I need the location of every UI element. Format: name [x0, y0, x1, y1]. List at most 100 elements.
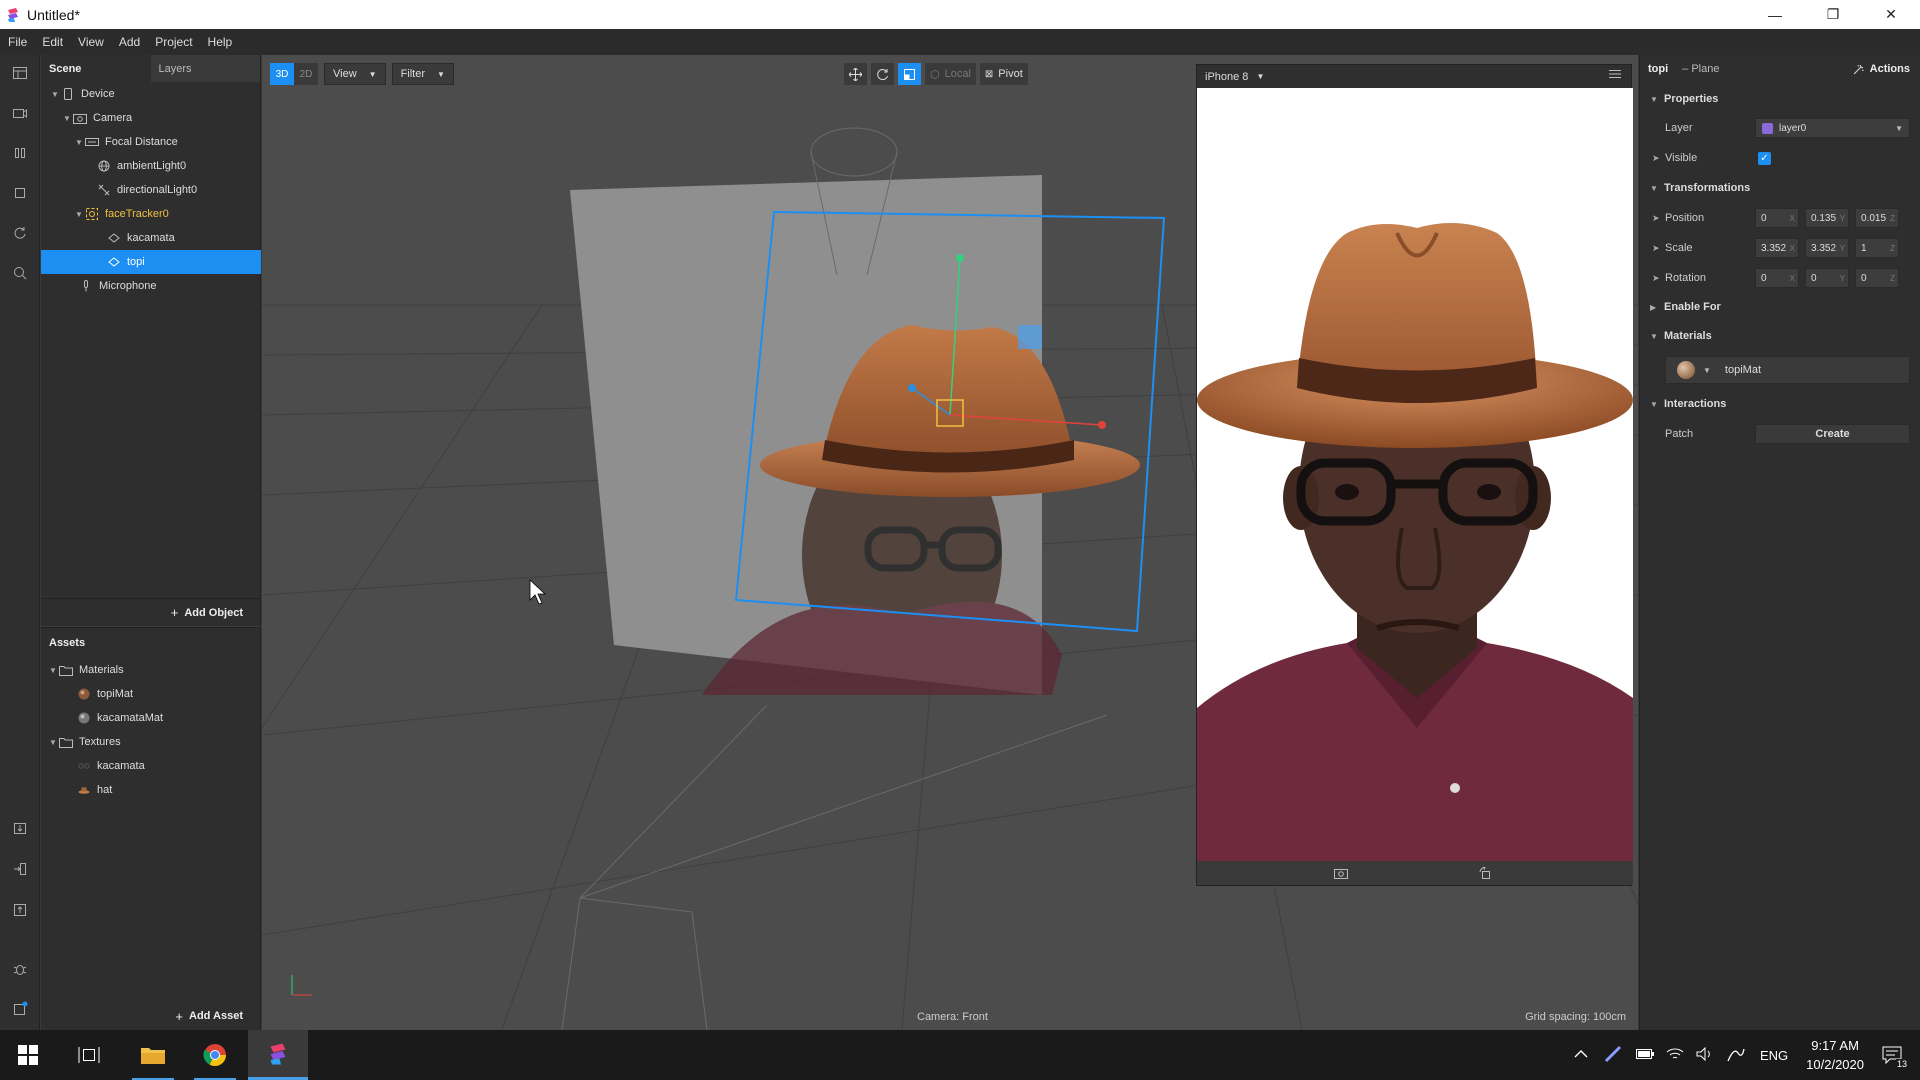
console-icon[interactable] [9, 998, 31, 1020]
chrome-taskbar[interactable] [190, 1030, 240, 1080]
layout-icon[interactable] [9, 62, 31, 84]
tree-item-device[interactable]: ▼ Device [41, 82, 261, 106]
stop-icon[interactable] [9, 182, 31, 204]
battery-icon[interactable] [1635, 1048, 1654, 1063]
chevron-down-icon[interactable]: ▼ [75, 210, 85, 219]
volume-icon[interactable] [1696, 1046, 1714, 1064]
menu-help[interactable]: Help [208, 35, 233, 49]
menu-file[interactable]: File [8, 35, 27, 49]
tree-item-focal-distance[interactable]: ▼ Focal Distance [41, 130, 261, 154]
notifications-icon[interactable]: 13 [1882, 1046, 1908, 1069]
position-z-input[interactable]: 0.015 Z [1855, 208, 1899, 228]
material-select[interactable]: ▼ topiMat [1665, 356, 1910, 384]
tree-item-topi[interactable]: topi [41, 250, 261, 274]
camera-icon [73, 111, 87, 125]
mode-2d-button[interactable]: 2D [294, 63, 318, 85]
minimize-button[interactable]: — [1746, 0, 1804, 29]
start-button[interactable] [0, 1030, 56, 1080]
bug-icon[interactable] [9, 958, 31, 980]
keyframe-arrow-icon[interactable]: ➤ [1652, 153, 1660, 164]
tab-scene[interactable]: Scene [41, 55, 151, 82]
rotate-tool-button[interactable] [871, 63, 894, 85]
chevron-down-icon[interactable]: ▼ [51, 90, 61, 99]
spark-ar-taskbar[interactable] [248, 1030, 308, 1080]
section-materials[interactable]: ▼ Materials [1640, 325, 1920, 347]
tree-item-topimat[interactable]: topiMat [41, 682, 261, 706]
mode-3d-button[interactable]: 3D [270, 63, 294, 85]
search-icon[interactable] [9, 262, 31, 284]
tree-item-materials-folder[interactable]: ▼ Materials [41, 658, 261, 682]
visible-checkbox[interactable]: ✓ [1758, 151, 1771, 165]
pause-icon[interactable] [9, 142, 31, 164]
menu-project[interactable]: Project [155, 35, 192, 49]
add-object-button[interactable]: + Add Object [41, 598, 261, 626]
ink-workspace-icon[interactable] [1726, 1045, 1746, 1066]
view-dropdown[interactable]: View ▼ [324, 63, 386, 85]
section-transformations[interactable]: ▼ Transformations [1640, 177, 1920, 199]
import-icon[interactable] [9, 817, 31, 839]
tree-item-kacamata-texture[interactable]: kacamata [41, 754, 261, 778]
restore-button[interactable]: ❐ [1804, 0, 1862, 29]
actions-button[interactable]: Actions [1853, 63, 1910, 75]
task-view-button[interactable] [64, 1030, 114, 1080]
hamburger-menu-icon[interactable] [1609, 69, 1621, 82]
refresh-icon[interactable] [9, 222, 31, 244]
section-properties[interactable]: ▼ Properties [1640, 88, 1920, 110]
tree-item-microphone[interactable]: Microphone [41, 274, 261, 298]
rotation-x-input[interactable]: 0X [1755, 268, 1799, 288]
chevron-down-icon[interactable]: ▼ [49, 738, 59, 747]
send-to-device-icon[interactable] [9, 858, 31, 880]
tab-layers[interactable]: Layers [150, 55, 260, 82]
chevron-down-icon[interactable]: ▼ [49, 666, 59, 675]
section-interactions[interactable]: ▼ Interactions [1640, 393, 1920, 415]
rotate-device-icon[interactable] [1479, 866, 1491, 882]
layer-color-swatch [1762, 122, 1773, 134]
move-tool-button[interactable] [844, 63, 867, 85]
position-x-input[interactable]: 0X [1755, 208, 1799, 228]
tree-item-directional-light[interactable]: directionalLight0 [41, 178, 261, 202]
chevron-up-icon[interactable] [1574, 1049, 1588, 1062]
rotation-y-input[interactable]: 0Y [1805, 268, 1849, 288]
screenshot-icon[interactable] [1334, 867, 1348, 882]
clock[interactable]: 9:17 AM 10/2/2020 [1806, 1036, 1864, 1074]
section-enable-for[interactable]: ▶ Enable For [1640, 296, 1920, 318]
tree-item-textures-folder[interactable]: ▼ Textures [41, 730, 261, 754]
video-icon[interactable] [9, 102, 31, 124]
add-asset-button[interactable]: + Add Asset [41, 1002, 261, 1030]
keyframe-arrow-icon[interactable]: ➤ [1652, 213, 1660, 224]
device-selector[interactable]: iPhone 8 ▼ [1205, 71, 1264, 83]
scale-z-input[interactable]: 1Z [1855, 238, 1899, 258]
folder-icon [59, 735, 73, 749]
tree-item-ambient-light[interactable]: ambientLight0 [41, 154, 261, 178]
tree-item-face-tracker[interactable]: ▼ faceTracker0 [41, 202, 261, 226]
upload-icon[interactable] [9, 899, 31, 921]
language-indicator[interactable]: ENG [1760, 1048, 1788, 1063]
pen-icon[interactable] [1604, 1045, 1622, 1066]
menu-view[interactable]: View [78, 35, 104, 49]
close-button[interactable]: ✕ [1862, 0, 1920, 29]
tree-item-kacamatamat[interactable]: kacamataMat [41, 706, 261, 730]
scale-icon [904, 68, 915, 80]
scale-y-input[interactable]: 3.352 Y [1805, 238, 1849, 258]
keyframe-arrow-icon[interactable]: ➤ [1652, 243, 1660, 254]
filter-dropdown[interactable]: Filter ▼ [391, 63, 454, 85]
wifi-icon[interactable] [1666, 1047, 1684, 1064]
file-explorer-taskbar[interactable] [128, 1030, 178, 1080]
chevron-down-icon[interactable]: ▼ [75, 138, 85, 147]
scale-x-input[interactable]: 3.352 X [1755, 238, 1799, 258]
layer-select[interactable]: layer0 ▼ [1755, 118, 1910, 138]
scale-tool-button[interactable] [898, 63, 921, 85]
rotation-z-input[interactable]: 0Z [1855, 268, 1899, 288]
menu-add[interactable]: Add [119, 35, 140, 49]
tree-item-camera[interactable]: ▼ Camera [41, 106, 261, 130]
tree-item-hat-texture[interactable]: hat [41, 778, 261, 802]
create-patch-button[interactable]: Create [1755, 424, 1910, 444]
position-y-input[interactable]: 0.135 Y [1805, 208, 1849, 228]
keyframe-arrow-icon[interactable]: ➤ [1652, 273, 1660, 284]
local-toggle-button[interactable]: ⬡ Local [925, 63, 976, 85]
material-row: ▼ topiMat [1640, 355, 1920, 385]
menu-edit[interactable]: Edit [42, 35, 63, 49]
tree-item-kacamata[interactable]: kacamata [41, 226, 261, 250]
chevron-down-icon[interactable]: ▼ [63, 114, 73, 123]
pivot-toggle-button[interactable]: ⊠ Pivot [979, 63, 1028, 85]
